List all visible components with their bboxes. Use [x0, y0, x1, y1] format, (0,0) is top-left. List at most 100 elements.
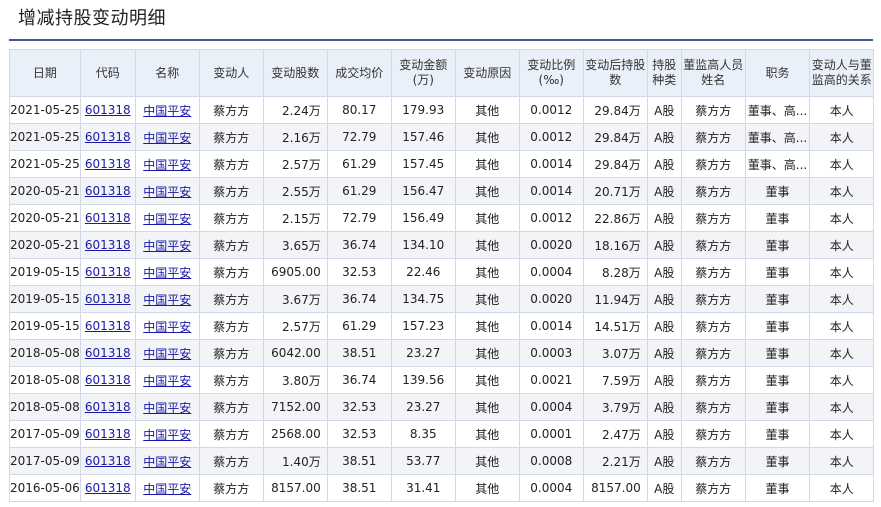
table-cell: 中国平安 [134, 177, 200, 205]
name-link[interactable]: 中国平安 [143, 104, 191, 118]
table-row: 2016-05-06 601318 中国平安 蔡方方 8157.00 38.51 31.41… [9, 474, 875, 502]
change-reason-cell: 其他 [454, 447, 520, 475]
date-cell: 2018-05-08 [9, 339, 81, 367]
changer-cell: 蔡方方 [198, 447, 264, 475]
name-link[interactable]: 中国平安 [143, 455, 191, 469]
avg-price-cell: 32.53 [326, 420, 392, 448]
table-row: 2018-05-08 601318 中国平安 蔡方方 7152.00 32.53 23.27… [9, 393, 875, 421]
name-link[interactable]: 中国平安 [143, 131, 191, 145]
name-link[interactable]: 中国平安 [143, 293, 191, 307]
position-cell: 董事、高... [744, 150, 811, 178]
code-link[interactable]: 601318 [85, 238, 131, 252]
date-cell: 2018-05-08 [9, 393, 81, 421]
relationship-cell: 本人 [809, 393, 875, 421]
table-cell: 中国平安 [134, 366, 200, 394]
share-type-cell: A股 [646, 231, 682, 259]
name-link[interactable]: 中国平安 [143, 320, 191, 334]
name-link[interactable]: 中国平安 [143, 158, 191, 172]
column-header-position: 职务 [744, 49, 811, 97]
change-ratio-cell: 0.0014 [518, 150, 584, 178]
table-cell: 601318 [79, 285, 136, 313]
date-cell: 2020-05-21 [9, 204, 81, 232]
table-cell: 601318 [79, 123, 136, 151]
change-reason-cell: 其他 [454, 96, 520, 124]
code-link[interactable]: 601318 [85, 454, 131, 468]
table-cell: 601318 [79, 447, 136, 475]
name-link[interactable]: 中国平安 [143, 239, 191, 253]
name-link[interactable]: 中国平安 [143, 212, 191, 226]
share-type-cell: A股 [646, 312, 682, 340]
change-reason-cell: 其他 [454, 177, 520, 205]
change-shares-cell: 6905.00 [262, 258, 328, 286]
shares-after-cell: 8.28万 [582, 258, 648, 286]
change-amount-cell: 179.93 [390, 96, 456, 124]
avg-price-cell: 32.53 [326, 258, 392, 286]
table-cell: 中国平安 [134, 96, 200, 124]
table-row: 2018-05-08 601318 中国平安 蔡方方 6042.00 38.51 23.27… [9, 339, 875, 367]
shares-after-cell: 29.84万 [582, 96, 648, 124]
name-link[interactable]: 中国平安 [143, 374, 191, 388]
table-row: 2017-05-09 601318 中国平安 蔡方方 1.40万 38.51 53.77 其他… [9, 447, 875, 475]
avg-price-cell: 38.51 [326, 447, 392, 475]
change-amount-cell: 134.75 [390, 285, 456, 313]
code-link[interactable]: 601318 [85, 157, 131, 171]
shares-after-cell: 29.84万 [582, 123, 648, 151]
shares-after-cell: 2.21万 [582, 447, 648, 475]
position-cell: 董事、高... [744, 123, 811, 151]
table-cell: 601318 [79, 177, 136, 205]
change-shares-cell: 2.57万 [262, 312, 328, 340]
code-link[interactable]: 601318 [85, 346, 131, 360]
relationship-cell: 本人 [809, 258, 875, 286]
table-header-row: 日期 代码 名称 变动人 变动股数 成交均价 变动金额(万) 变动原因 变动比例(‰) 变动后持股… [9, 49, 875, 97]
holding-changes-table-container: 日期 代码 名称 变动人 变动股数 成交均价 变动金额(万) 变动原因 变动比例(‰) 变动后持股… [9, 49, 875, 502]
code-link[interactable]: 601318 [85, 265, 131, 279]
table-cell: 中国平安 [134, 258, 200, 286]
code-link[interactable]: 601318 [85, 103, 131, 117]
name-link[interactable]: 中国平安 [143, 185, 191, 199]
executive-name-cell: 蔡方方 [680, 123, 746, 151]
column-header-share-type: 持股种类 [646, 49, 682, 97]
name-link[interactable]: 中国平安 [143, 428, 191, 442]
table-body: 2021-05-25 601318 中国平安 蔡方方 2.24万 80.17 179.93 其… [9, 96, 875, 502]
change-reason-cell: 其他 [454, 258, 520, 286]
relationship-cell: 本人 [809, 150, 875, 178]
name-link[interactable]: 中国平安 [143, 266, 191, 280]
position-cell: 董事 [744, 258, 811, 286]
name-link[interactable]: 中国平安 [143, 347, 191, 361]
change-ratio-cell: 0.0001 [518, 420, 584, 448]
name-link[interactable]: 中国平安 [143, 482, 191, 496]
relationship-cell: 本人 [809, 96, 875, 124]
changer-cell: 蔡方方 [198, 150, 264, 178]
code-link[interactable]: 601318 [85, 481, 131, 495]
code-link[interactable]: 601318 [85, 373, 131, 387]
share-type-cell: A股 [646, 177, 682, 205]
table-row: 2021-05-25 601318 中国平安 蔡方方 2.24万 80.17 179.93 其… [9, 96, 875, 124]
shares-after-cell: 29.84万 [582, 150, 648, 178]
change-amount-cell: 156.47 [390, 177, 456, 205]
date-cell: 2018-05-08 [9, 366, 81, 394]
code-link[interactable]: 601318 [85, 292, 131, 306]
changer-cell: 蔡方方 [198, 258, 264, 286]
change-shares-cell: 2.15万 [262, 204, 328, 232]
code-link[interactable]: 601318 [85, 400, 131, 414]
share-type-cell: A股 [646, 420, 682, 448]
date-cell: 2019-05-15 [9, 312, 81, 340]
change-reason-cell: 其他 [454, 393, 520, 421]
changer-cell: 蔡方方 [198, 420, 264, 448]
relationship-cell: 本人 [809, 312, 875, 340]
position-cell: 董事 [744, 339, 811, 367]
code-link[interactable]: 601318 [85, 130, 131, 144]
code-link[interactable]: 601318 [85, 427, 131, 441]
table-row: 2021-05-25 601318 中国平安 蔡方方 2.57万 61.29 157.45 其… [9, 150, 875, 178]
change-shares-cell: 7152.00 [262, 393, 328, 421]
code-link[interactable]: 601318 [85, 319, 131, 333]
date-cell: 2021-05-25 [9, 150, 81, 178]
change-reason-cell: 其他 [454, 204, 520, 232]
name-link[interactable]: 中国平安 [143, 401, 191, 415]
relationship-cell: 本人 [809, 285, 875, 313]
relationship-cell: 本人 [809, 339, 875, 367]
code-link[interactable]: 601318 [85, 211, 131, 225]
avg-price-cell: 61.29 [326, 312, 392, 340]
executive-name-cell: 蔡方方 [680, 447, 746, 475]
code-link[interactable]: 601318 [85, 184, 131, 198]
